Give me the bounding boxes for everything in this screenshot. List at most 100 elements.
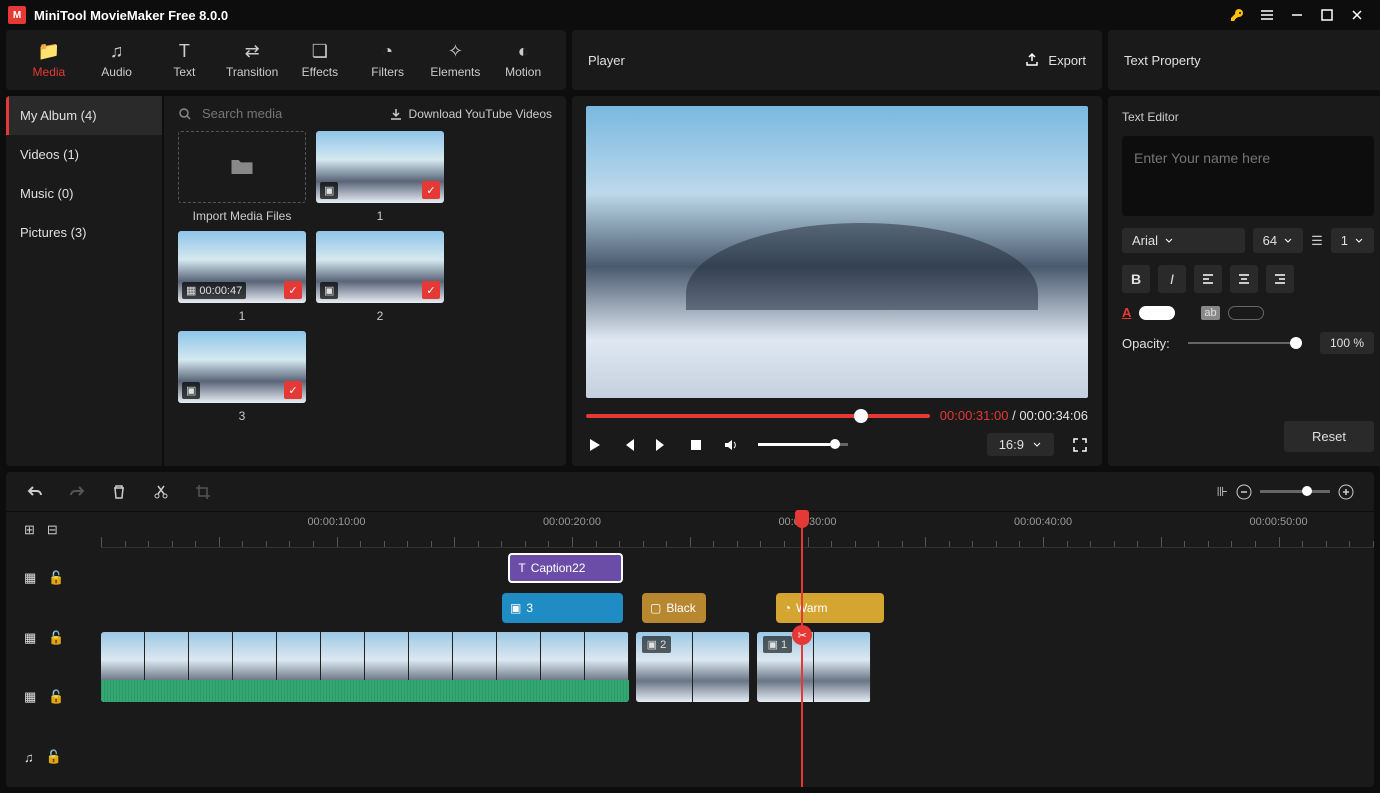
highlight-icon: ab: [1201, 306, 1219, 320]
media-thumb[interactable]: ▦ 00:00:47 ✓: [178, 231, 306, 303]
media-thumb[interactable]: ▣ ✓: [316, 131, 444, 203]
video-preview[interactable]: [586, 106, 1088, 398]
tab-filters[interactable]: ◔Filters: [355, 32, 421, 88]
media-thumb[interactable]: ▣ ✓: [316, 231, 444, 303]
thumb-label: 1: [178, 309, 306, 323]
thumb-label: 3: [178, 409, 306, 423]
effects-icon: ❏: [312, 41, 328, 61]
align-right-button[interactable]: [1266, 265, 1294, 293]
highlight-color-swatch[interactable]: [1228, 306, 1264, 320]
overlay-clip[interactable]: ▣3: [502, 593, 623, 623]
progress-bar[interactable]: [586, 414, 930, 418]
tab-transition[interactable]: ⇄Transition: [219, 32, 285, 88]
opacity-value: 100 %: [1320, 332, 1374, 354]
folder-icon: 📁: [38, 41, 60, 61]
overlay-track-icon: ▦: [24, 630, 36, 646]
prev-frame-button[interactable]: [620, 437, 636, 453]
opacity-slider[interactable]: [1188, 342, 1302, 344]
next-frame-button[interactable]: [654, 437, 670, 453]
fullscreen-button[interactable]: [1072, 437, 1088, 453]
delete-button[interactable]: [110, 483, 128, 501]
zoom-in-button[interactable]: [1338, 484, 1354, 500]
add-track-button[interactable]: ⊞: [24, 522, 35, 538]
crop-button[interactable]: [194, 483, 212, 501]
play-button[interactable]: [586, 437, 602, 453]
import-media-button[interactable]: [178, 131, 306, 203]
tab-media[interactable]: 📁Media: [16, 32, 82, 88]
tab-text[interactable]: TText: [152, 32, 218, 88]
media-thumb[interactable]: ▣ ✓: [178, 331, 306, 403]
search-input[interactable]: [202, 106, 379, 121]
audio-track: [101, 706, 1374, 746]
tab-elements[interactable]: ✧Elements: [423, 32, 489, 88]
lock-icon[interactable]: 🔓: [48, 570, 64, 586]
app-title: MiniTool MovieMaker Free 8.0.0: [34, 8, 228, 23]
overlay-clip[interactable]: ▢Black: [642, 593, 706, 623]
lineheight-select[interactable]: 1: [1331, 228, 1374, 253]
redo-button[interactable]: [68, 483, 86, 501]
sidebar-item-videos[interactable]: Videos (1): [6, 135, 162, 174]
search-icon: [178, 107, 192, 121]
volume-icon[interactable]: [722, 436, 740, 454]
lock-icon[interactable]: 🔓: [46, 749, 62, 765]
sidebar-item-myalbum[interactable]: My Album (4): [6, 96, 162, 135]
filters-icon: ◔: [382, 41, 393, 61]
aspect-select[interactable]: 16:9: [987, 433, 1054, 456]
minimize-button[interactable]: [1282, 0, 1312, 30]
caption-track: TCaption22: [101, 548, 1374, 588]
fit-button[interactable]: ⊪: [1217, 484, 1228, 500]
remove-track-button[interactable]: ⊟: [47, 522, 58, 538]
video-clip[interactable]: [101, 632, 629, 702]
lock-icon[interactable]: 🔓: [48, 630, 64, 646]
text-color-swatch[interactable]: [1139, 306, 1175, 320]
zoom-slider[interactable]: [1260, 490, 1330, 493]
volume-slider[interactable]: [758, 443, 848, 446]
thumb-label: 1: [316, 209, 444, 223]
player-panel: 00:00:31:00 / 00:00:34:06 16:9: [572, 96, 1102, 466]
caption-clip[interactable]: TCaption22: [508, 553, 623, 583]
font-select[interactable]: Arial: [1122, 228, 1245, 253]
close-button[interactable]: [1342, 0, 1372, 30]
tab-audio[interactable]: ♫Audio: [84, 32, 150, 88]
sidebar-item-pictures[interactable]: Pictures (3): [6, 213, 162, 252]
align-left-button[interactable]: [1194, 265, 1222, 293]
undo-button[interactable]: [26, 483, 44, 501]
text-icon: T: [518, 561, 525, 575]
text-editor-input[interactable]: [1122, 136, 1374, 216]
folder-icon: [228, 153, 256, 181]
menu-icon[interactable]: [1252, 0, 1282, 30]
export-button[interactable]: Export: [1024, 52, 1086, 68]
video-badge: ▦ 00:00:47: [182, 282, 246, 299]
check-icon: ✓: [422, 281, 440, 299]
timeline-tracks[interactable]: 00:00:10:0000:00:20:0000:00:30:0000:00:4…: [101, 512, 1374, 787]
italic-button[interactable]: I: [1158, 265, 1186, 293]
overlay-clip[interactable]: ◔Warm: [776, 593, 884, 623]
zoom-out-button[interactable]: [1236, 484, 1252, 500]
maximize-button[interactable]: [1312, 0, 1342, 30]
download-youtube-link[interactable]: Download YouTube Videos: [389, 107, 552, 121]
align-center-button[interactable]: [1230, 265, 1258, 293]
tab-effects[interactable]: ❏Effects: [287, 32, 353, 88]
chevron-down-icon: [1283, 236, 1293, 246]
app-logo: M: [8, 6, 26, 24]
textprop-title: Text Property: [1124, 53, 1201, 68]
tab-motion[interactable]: ◐Motion: [490, 32, 556, 88]
playhead[interactable]: [801, 512, 803, 787]
thumb-label: 2: [316, 309, 444, 323]
video-track-icon: ▦: [24, 689, 36, 705]
timeline-ruler[interactable]: 00:00:10:0000:00:20:0000:00:30:0000:00:4…: [101, 512, 1374, 548]
transition-icon: ⇄: [245, 41, 260, 61]
download-icon: [389, 107, 403, 121]
timeline-gutter: ⊞ ⊟ ▦🔓 ▦🔓 ▦🔓 ♫🔓: [6, 512, 101, 787]
fontsize-select[interactable]: 64: [1253, 228, 1303, 253]
chevron-down-icon: [1354, 236, 1364, 246]
video-clip[interactable]: ▣1: [757, 632, 872, 702]
sidebar-item-music[interactable]: Music (0): [6, 174, 162, 213]
stop-button[interactable]: [688, 437, 704, 453]
reset-button[interactable]: Reset: [1284, 421, 1374, 452]
bold-button[interactable]: B: [1122, 265, 1150, 293]
video-clip[interactable]: ▣2: [636, 632, 751, 702]
split-button[interactable]: [152, 483, 170, 501]
lock-icon[interactable]: 🔓: [48, 689, 64, 705]
key-icon[interactable]: [1222, 0, 1252, 30]
